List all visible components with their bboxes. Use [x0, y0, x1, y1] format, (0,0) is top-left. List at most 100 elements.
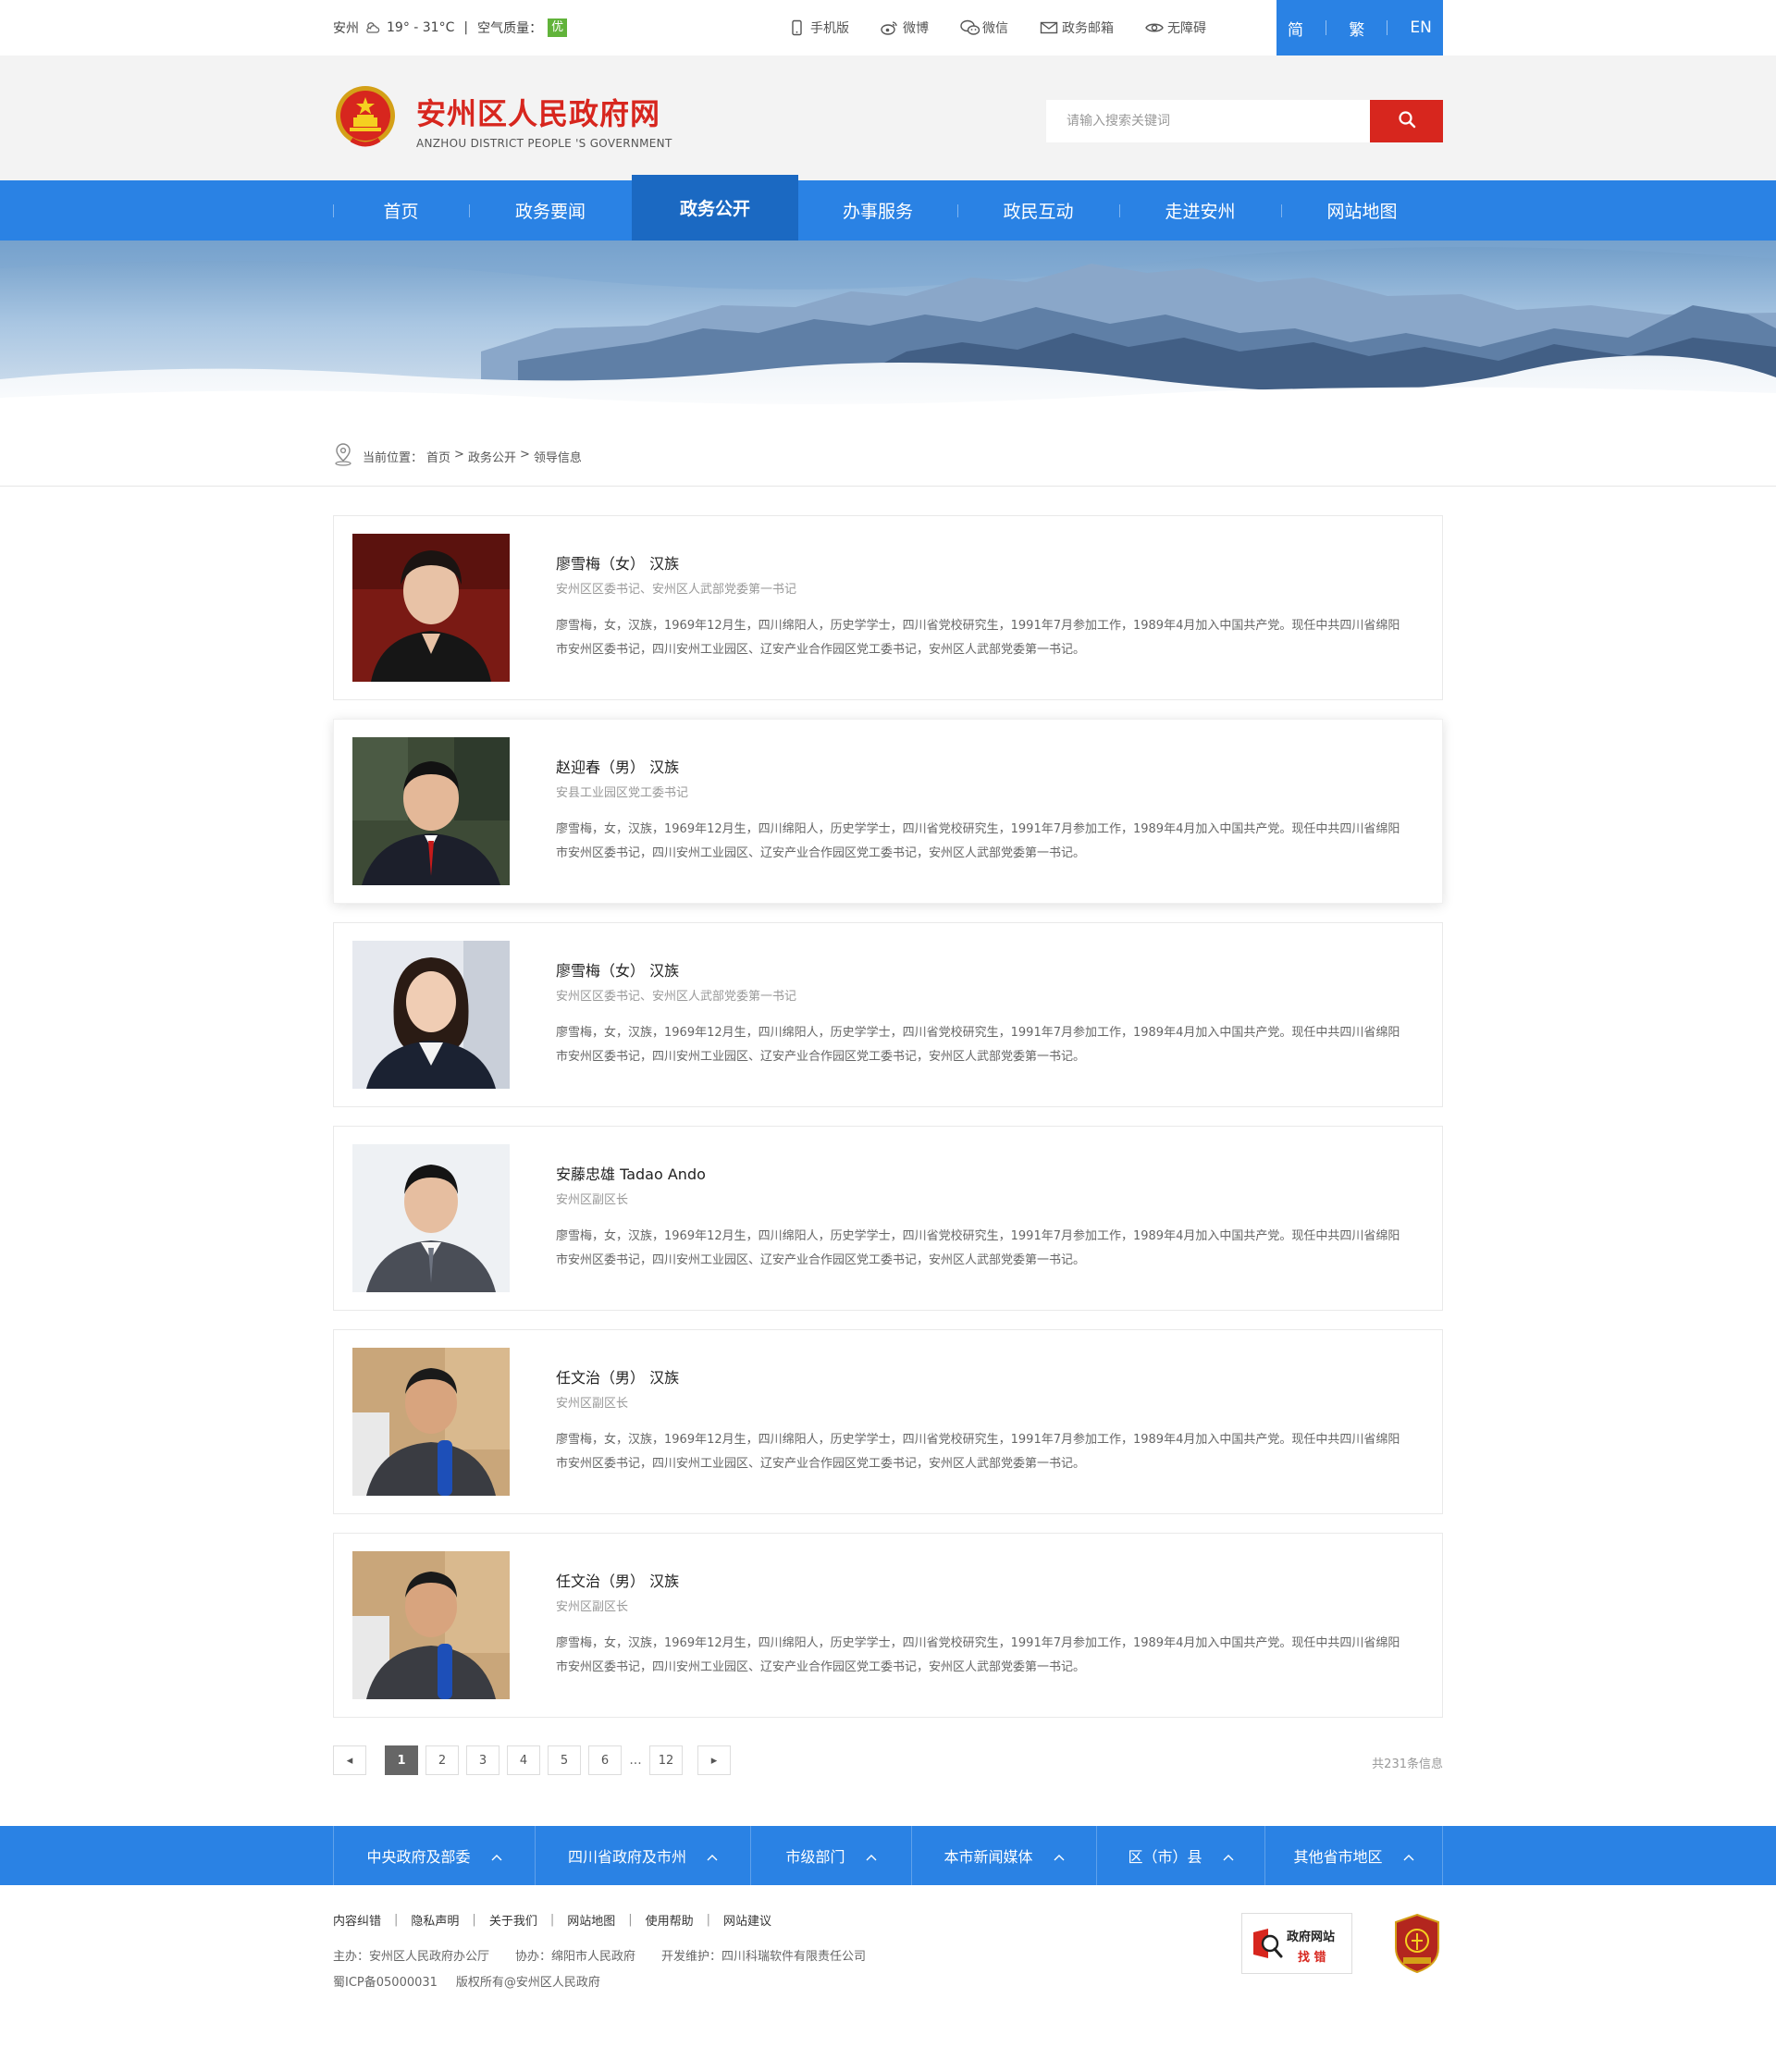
prev-page-button[interactable]: ◂ [333, 1745, 366, 1775]
mail-label: 政务邮箱 [1062, 21, 1114, 36]
leader-name[interactable]: 廖雪梅（女） 汉族 [556, 551, 679, 574]
leader-name[interactable]: 赵迎春（男） 汉族 [556, 755, 679, 777]
page-button-last[interactable]: 12 [649, 1745, 683, 1775]
lang-traditional[interactable]: 繁 [1349, 17, 1364, 40]
mail-link[interactable]: 政务邮箱 [1040, 18, 1114, 37]
search-button[interactable] [1370, 100, 1443, 142]
related-sites-other-provinces[interactable]: 其他省市地区 [1264, 1826, 1443, 1885]
breadcrumb-open-government[interactable]: 政务公开 [468, 448, 516, 465]
page-button[interactable]: 5 [548, 1745, 581, 1775]
search-icon [1398, 110, 1416, 132]
leader-name[interactable]: 廖雪梅（女） 汉族 [556, 958, 679, 980]
leader-bio: 廖雪梅，女，汉族，1969年12月生，四川绵阳人，历史学学士，四川省党校研究生，… [556, 1229, 1400, 1267]
breadcrumb-sep: > [519, 447, 530, 462]
breadcrumb-sep: > [454, 447, 464, 462]
nav-home[interactable]: 首页 [333, 180, 469, 240]
page-button[interactable]: 2 [426, 1745, 459, 1775]
leader-name[interactable]: 任文治（男） 汉族 [556, 1365, 679, 1388]
chevron-up-icon [1223, 1847, 1234, 1865]
footer-link[interactable]: 内容纠错 [333, 1911, 381, 1929]
breadcrumb-current: 领导信息 [533, 450, 582, 465]
divider: | [463, 20, 469, 35]
related-sites-media[interactable]: 本市新闻媒体 [911, 1826, 1096, 1885]
leader-photo [352, 1348, 510, 1496]
wechat-icon [960, 19, 980, 36]
footer-link[interactable]: 使用帮助 [646, 1911, 694, 1929]
leader-post: 安县工业园区党工委书记 [556, 786, 689, 800]
related-sites-label: 本市新闻媒体 [944, 1848, 1033, 1866]
footer-icp[interactable]: 蜀ICP备05000031 [333, 1972, 438, 1990]
nav-interaction[interactable]: 政民互动 [957, 180, 1119, 240]
chevron-up-icon [866, 1847, 877, 1865]
related-sites-label: 区（市）县 [1128, 1848, 1202, 1866]
leader-card[interactable]: 安藤忠雄 Tadao Ando 安州区副区长 廖雪梅，女，汉族，1969年12月… [333, 1126, 1443, 1311]
related-sites-central[interactable]: 中央政府及部委 [333, 1826, 535, 1885]
search-input[interactable] [1046, 100, 1370, 142]
related-sites-sichuan[interactable]: 四川省政府及市州 [535, 1826, 750, 1885]
footer-link[interactable]: 网站地图 [567, 1911, 615, 1929]
page-button-current[interactable]: 1 [385, 1745, 418, 1775]
nav-open-government[interactable]: 政务公开 [632, 175, 798, 240]
site-title[interactable]: 安州区人民政府网 [416, 91, 660, 133]
footer-link[interactable]: 关于我们 [489, 1911, 537, 1929]
footer-legal: 蜀ICP备05000031 版权所有@安州区人民政府 [333, 1972, 600, 1990]
mail-icon [1040, 19, 1058, 36]
leader-card[interactable]: 廖雪梅（女） 汉族 安州区区委书记、安州区人武部党委第一书记 廖雪梅，女，汉族，… [333, 922, 1443, 1107]
breadcrumb: 当前位置： 首页 > 政务公开 > 领导信息 [0, 426, 1776, 487]
nav-news[interactable]: 政务要闻 [469, 180, 632, 240]
footer-link-sep: | [628, 1913, 633, 1927]
lang-english[interactable]: EN [1410, 18, 1431, 37]
badge-line-2: 找 错 [1298, 1951, 1326, 1965]
air-quality-badge: 优 [548, 18, 568, 37]
top-links: 手机版 微博 微信 政务邮箱 无障碍 [788, 0, 1206, 56]
footer-co-host: 协办：绵阳市人民政府 [515, 1950, 636, 1964]
related-sites-city-depts[interactable]: 市级部门 [750, 1826, 911, 1885]
breadcrumb-home[interactable]: 首页 [426, 448, 450, 465]
weibo-link[interactable]: 微博 [881, 18, 929, 37]
total-count: 共231条信息 [1372, 1758, 1443, 1771]
magnifier-icon [1250, 1927, 1285, 1966]
related-sites-label: 其他省市地区 [1293, 1848, 1383, 1866]
leader-name[interactable]: 任文治（男） 汉族 [556, 1569, 679, 1591]
footer-link[interactable]: 网站建议 [723, 1911, 771, 1929]
nav-sitemap[interactable]: 网站地图 [1281, 180, 1443, 240]
page-button[interactable]: 4 [507, 1745, 540, 1775]
leader-photo [352, 1551, 510, 1699]
footer-link-sep: | [549, 1913, 555, 1927]
page-button[interactable]: 3 [466, 1745, 500, 1775]
footer-link[interactable]: 隐私声明 [411, 1911, 459, 1929]
party-government-badge-icon[interactable] [1392, 1913, 1442, 1974]
gov-site-error-report-badge[interactable]: 政府网站 找 错 [1241, 1913, 1352, 1974]
language-switcher: 简 繁 EN [1276, 0, 1443, 56]
related-sites-bar: 中央政府及部委 四川省政府及市州 市级部门 本市新闻媒体 区（市）县 其他省市地… [0, 1826, 1776, 1885]
leader-card[interactable]: 任文治（男） 汉族 安州区副区长 廖雪梅，女，汉族，1969年12月生，四川绵阳… [333, 1533, 1443, 1718]
accessibility-link[interactable]: 无障碍 [1145, 18, 1206, 37]
leader-photo [352, 737, 510, 885]
mobile-link[interactable]: 手机版 [788, 18, 849, 37]
wechat-link[interactable]: 微信 [960, 18, 1008, 37]
mountain-banner-image [0, 240, 1776, 426]
top-bar: 安州 19° - 31°C | 空气质量： 优 手机版 微博 微信 政务邮箱 无… [0, 0, 1776, 56]
accessibility-label: 无障碍 [1167, 21, 1206, 36]
nav-services[interactable]: 办事服务 [798, 180, 957, 240]
site-header [0, 56, 1776, 180]
leader-name[interactable]: 安藤忠雄 Tadao Ando [556, 1162, 706, 1184]
lang-simplified[interactable]: 简 [1288, 17, 1303, 40]
footer-developer: 开发维护：四川科瑞软件有限责任公司 [661, 1950, 867, 1964]
related-sites-counties[interactable]: 区（市）县 [1096, 1826, 1264, 1885]
nav-about-anzhou[interactable]: 走进安州 [1119, 180, 1281, 240]
page-button[interactable]: 6 [588, 1745, 622, 1775]
footer-link-sep: | [394, 1913, 399, 1927]
next-page-button[interactable]: ▸ [697, 1745, 731, 1775]
weibo-icon [881, 19, 897, 36]
leader-card[interactable]: 任文治（男） 汉族 安州区副区长 廖雪梅，女，汉族，1969年12月生，四川绵阳… [333, 1329, 1443, 1514]
wechat-label: 微信 [982, 21, 1008, 36]
footer-links: 内容纠错 | 隐私声明 | 关于我们 | 网站地图 | 使用帮助 | 网站建议 [333, 1911, 771, 1929]
leader-card[interactable]: 廖雪梅（女） 汉族 安州区区委书记、安州区人武部党委第一书记 廖雪梅，女，汉族，… [333, 515, 1443, 700]
air-quality-label: 空气质量： [477, 21, 543, 36]
footer-copyright: 版权所有@安州区人民政府 [455, 1976, 600, 1990]
chevron-up-icon [1054, 1847, 1065, 1865]
leader-bio: 廖雪梅，女，汉族，1969年12月生，四川绵阳人，历史学学士，四川省党校研究生，… [556, 619, 1400, 657]
leader-card[interactable]: 赵迎春（男） 汉族 安县工业园区党工委书记 廖雪梅，女，汉族，1969年12月生… [333, 719, 1443, 904]
leader-photo [352, 534, 510, 682]
